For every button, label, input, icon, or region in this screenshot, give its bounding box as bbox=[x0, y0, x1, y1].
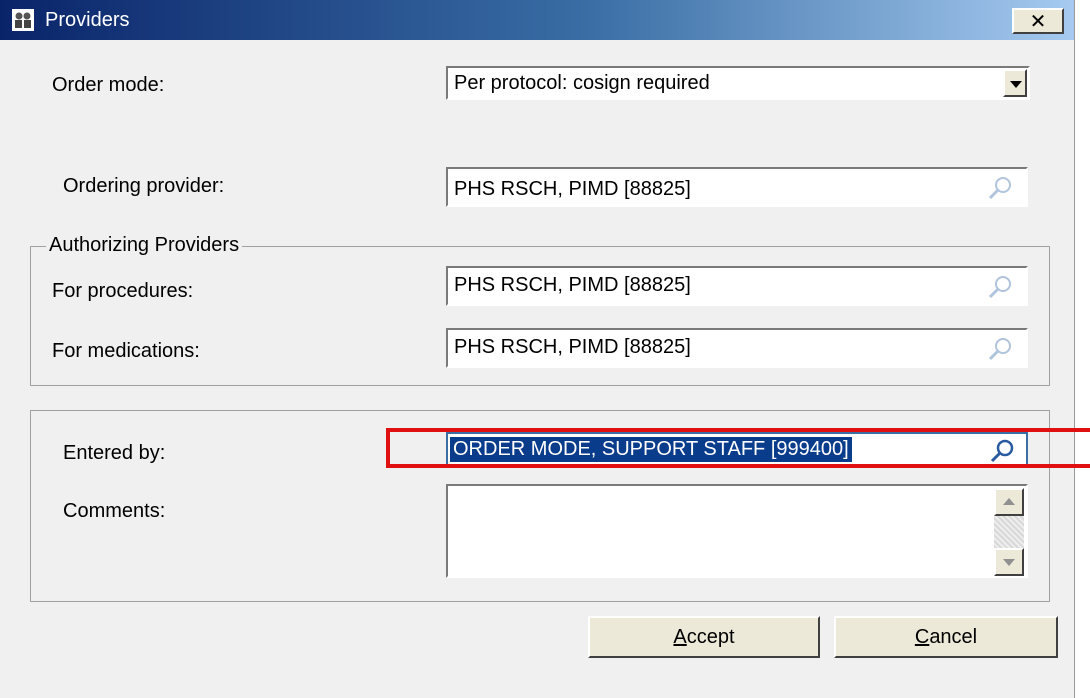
for-medications-field[interactable]: PHS RSCH, PIMD [88825] bbox=[446, 328, 1028, 368]
cancel-mnemonic: C bbox=[914, 626, 930, 648]
accept-mnemonic: A bbox=[673, 626, 687, 648]
comments-scrollbar[interactable] bbox=[994, 488, 1024, 576]
background-strip bbox=[1076, 0, 1090, 698]
for-medications-value: PHS RSCH, PIMD [88825] bbox=[454, 336, 691, 358]
providers-icon bbox=[12, 9, 34, 31]
window-title: Providers bbox=[45, 9, 130, 31]
accept-label-rest: ccept bbox=[686, 626, 735, 648]
order-mode-select[interactable]: Per protocol: cosign required bbox=[446, 66, 1030, 100]
cancel-button[interactable]: Cancel bbox=[834, 616, 1058, 658]
title-bar[interactable]: Providers ✕ bbox=[0, 0, 1074, 40]
chevron-down-icon[interactable] bbox=[1003, 69, 1027, 97]
search-icon[interactable] bbox=[986, 335, 1014, 363]
search-icon[interactable] bbox=[986, 174, 1014, 202]
for-procedures-field[interactable]: PHS RSCH, PIMD [88825] bbox=[446, 266, 1028, 306]
order-mode-value: Per protocol: cosign required bbox=[454, 72, 710, 94]
accept-button[interactable]: Accept bbox=[588, 616, 820, 658]
comments-label: Comments: bbox=[63, 500, 166, 522]
cancel-label-rest: ancel bbox=[929, 626, 978, 648]
ordering-provider-label: Ordering provider: bbox=[63, 175, 225, 197]
scroll-down-icon[interactable] bbox=[994, 548, 1024, 576]
authorizing-providers-legend: Authorizing Providers bbox=[46, 234, 243, 257]
providers-dialog: Providers ✕ Order mode: Per protocol: co… bbox=[0, 0, 1075, 698]
for-procedures-value: PHS RSCH, PIMD [88825] bbox=[454, 274, 691, 296]
order-mode-label: Order mode: bbox=[52, 74, 165, 96]
for-procedures-label: For procedures: bbox=[52, 280, 194, 302]
ordering-provider-value: PHS RSCH, PIMD [88825] bbox=[454, 178, 691, 200]
annotation-highlight bbox=[386, 428, 1090, 468]
scroll-up-icon[interactable] bbox=[994, 488, 1024, 516]
search-icon[interactable] bbox=[986, 273, 1014, 301]
ordering-provider-field[interactable]: PHS RSCH, PIMD [88825] bbox=[446, 167, 1028, 207]
entered-by-label: Entered by: bbox=[63, 442, 166, 464]
for-medications-label: For medications: bbox=[52, 340, 200, 362]
close-button[interactable]: ✕ bbox=[1012, 8, 1064, 34]
comments-textarea[interactable] bbox=[446, 484, 1028, 578]
